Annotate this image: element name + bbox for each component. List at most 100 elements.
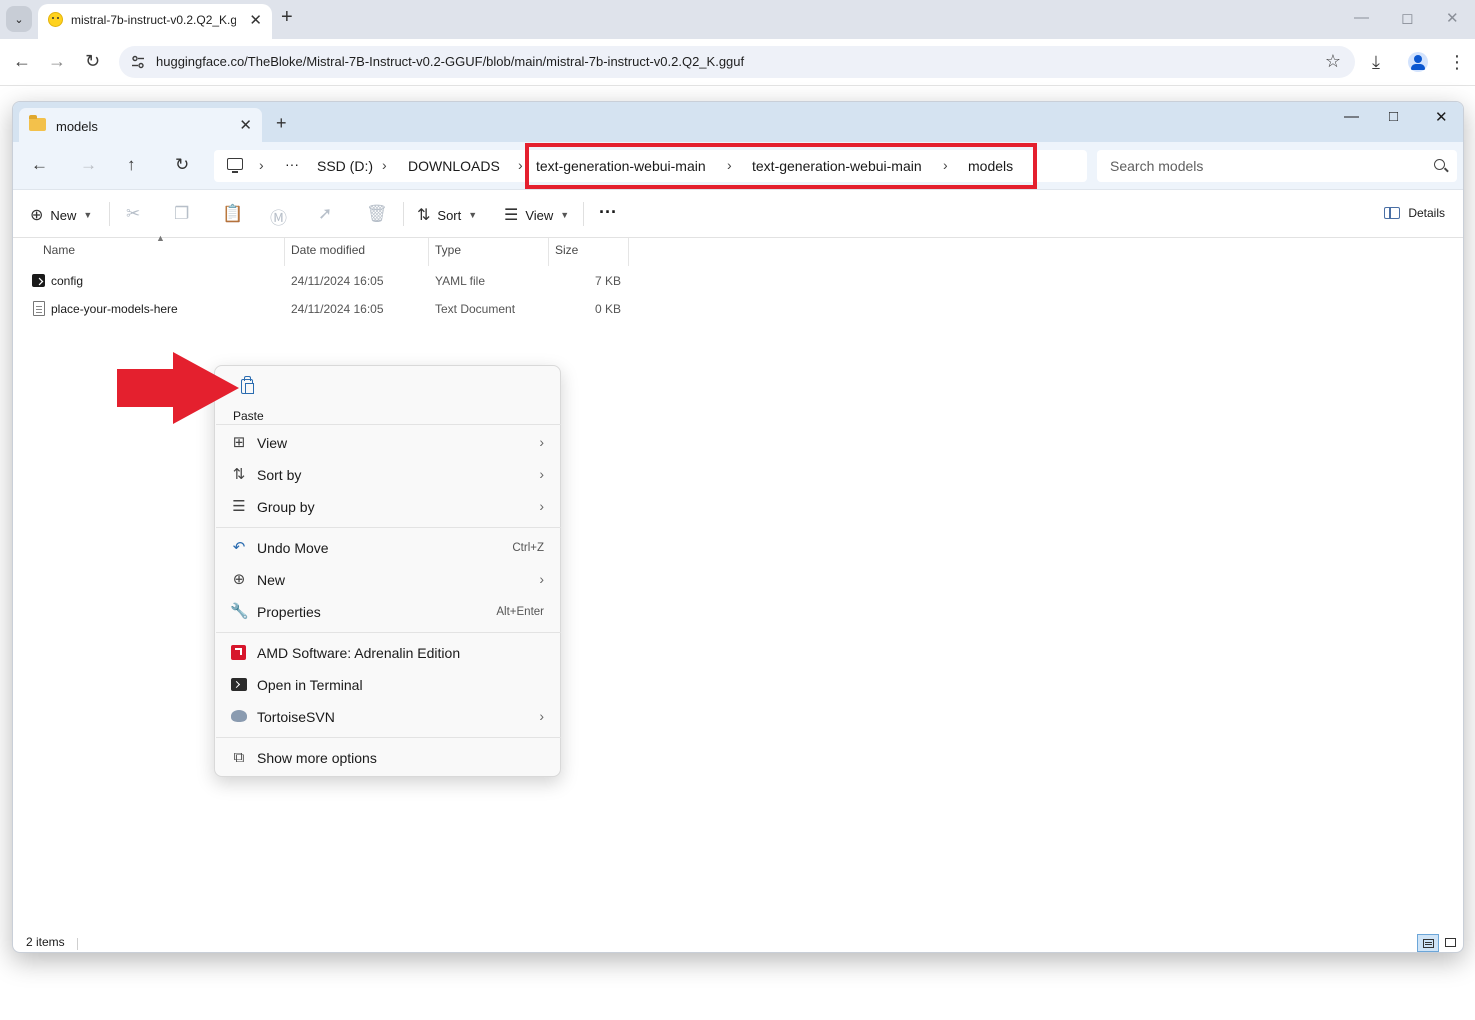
more-options-button[interactable]: ··· — [599, 202, 617, 223]
explorer-navigation-bar: ← → ↑ ↻ › ··· › SSD (D:) DOWNLOADS › tex… — [13, 142, 1463, 190]
menu-item-label: AMD Software: Adrenalin Edition — [257, 645, 461, 661]
address-bar[interactable]: huggingface.co/TheBloke/Mistral-7B-Instr… — [119, 46, 1355, 78]
browser-tab-strip: ⌄ mistral-7b-instruct-v0.2.Q2_K.gguf ✕ +… — [0, 0, 1475, 39]
menu-item-sort-by[interactable]: ⇅ Sort by › — [219, 460, 558, 490]
menu-item-label: Properties — [257, 604, 321, 620]
search-box[interactable]: Search models — [1097, 150, 1457, 182]
menu-item-open-in-terminal[interactable]: Open in Terminal — [219, 670, 558, 700]
chevron-right-icon[interactable]: › — [518, 157, 523, 173]
divider — [77, 938, 78, 950]
new-button[interactable]: ⊕ New ▼ — [30, 205, 92, 225]
menu-item-view[interactable]: ⊞ View › — [219, 428, 558, 458]
this-pc-icon[interactable] — [227, 158, 243, 173]
new-tab-icon[interactable]: + — [281, 7, 293, 27]
chevron-down-icon: ▼ — [560, 210, 570, 220]
explorer-tab[interactable]: models ✕ — [19, 108, 262, 142]
details-pane-icon — [1384, 207, 1401, 219]
profile-icon[interactable] — [1408, 52, 1428, 72]
menu-icon[interactable]: ⋮ — [1448, 51, 1466, 73]
cut-icon[interactable]: ✂ — [126, 204, 140, 224]
forward-icon[interactable]: → — [48, 50, 66, 72]
column-header-date[interactable]: Date modified — [291, 243, 365, 257]
menu-item-label: New — [257, 572, 286, 588]
bookmark-star-icon[interactable]: ☆ — [1325, 51, 1341, 72]
download-icon[interactable]: ⤓ — [1372, 51, 1380, 73]
maximize-icon[interactable]: ◻ — [1401, 9, 1413, 27]
column-divider[interactable] — [628, 238, 629, 266]
details-view-toggle[interactable] — [1417, 934, 1439, 952]
back-icon[interactable]: ← — [13, 50, 31, 72]
plus-circle-icon: ⊕ — [232, 571, 246, 588]
minimize-icon[interactable]: — — [1344, 108, 1359, 125]
breadcrumb-item-ssd[interactable]: SSD (D:) — [317, 158, 373, 174]
menu-item-undo-move[interactable]: ↶ Undo Move Ctrl+Z — [219, 533, 558, 563]
close-window-icon[interactable]: ✕ — [1446, 9, 1459, 27]
tiles-view-toggle[interactable] — [1440, 934, 1462, 952]
menu-divider — [216, 737, 561, 738]
close-window-icon[interactable]: ✕ — [1435, 108, 1448, 126]
close-tab-icon[interactable]: ✕ — [249, 11, 262, 29]
column-divider[interactable] — [284, 238, 285, 266]
browser-toolbar: ← → ↻ huggingface.co/TheBloke/Mistral-7B… — [0, 39, 1475, 86]
reload-icon[interactable]: ↻ — [85, 50, 100, 72]
close-tab-icon[interactable]: ✕ — [239, 116, 252, 134]
menu-item-group-by[interactable]: ☰ Group by › — [219, 492, 558, 522]
view-button[interactable]: ☰ View ▼ — [504, 205, 569, 225]
plus-circle-icon: ⊕ — [30, 207, 44, 224]
file-row-config[interactable]: config 24/11/2024 16:05 YAML file 7 KB — [13, 267, 633, 295]
tortoise-icon — [231, 710, 247, 722]
copy-icon[interactable]: ❐ — [174, 204, 189, 224]
chevron-down-icon: ▼ — [83, 210, 93, 220]
refresh-icon[interactable]: ↻ — [175, 155, 189, 175]
search-icon[interactable] — [1434, 159, 1445, 170]
menu-item-label: View — [257, 435, 288, 451]
column-header-size[interactable]: Size — [555, 243, 578, 257]
wrench-icon: 🔧 — [230, 603, 249, 620]
column-header-type[interactable]: Type — [435, 243, 461, 257]
file-row-place-your-models-here[interactable]: place-your-models-here 24/11/2024 16:05 … — [13, 295, 633, 323]
maximize-icon[interactable]: □ — [1389, 108, 1398, 125]
chevron-right-icon[interactable]: › — [259, 157, 264, 173]
menu-item-new[interactable]: ⊕ New › — [219, 565, 558, 595]
sort-icon: ⇅ — [417, 207, 431, 224]
tab-list-button[interactable]: ⌄ — [6, 6, 32, 32]
breadcrumb-item-downloads[interactable]: DOWNLOADS — [408, 158, 500, 174]
view-button-label: View — [525, 207, 554, 223]
delete-icon[interactable]: 🗑 — [366, 204, 388, 224]
amd-icon — [231, 645, 246, 660]
menu-divider — [216, 632, 561, 633]
chevron-right-icon[interactable]: › — [382, 157, 387, 173]
minimize-icon[interactable]: — — [1354, 9, 1369, 26]
column-divider[interactable] — [548, 238, 549, 266]
paste-icon[interactable]: 📋 — [222, 204, 243, 224]
breadcrumb-overflow[interactable]: ··· — [285, 156, 299, 172]
site-info-icon[interactable] — [130, 54, 146, 70]
menu-item-show-more-options[interactable]: ⧉ Show more options — [219, 743, 558, 773]
divider — [109, 202, 110, 226]
forward-icon[interactable]: → — [80, 155, 97, 175]
menu-divider — [216, 424, 561, 425]
menu-item-properties[interactable]: 🔧 Properties Alt+Enter — [219, 597, 558, 627]
new-tab-icon[interactable]: + — [276, 114, 287, 132]
rename-icon[interactable]: Ⓜ — [270, 204, 287, 229]
sort-button[interactable]: ⇅ Sort ▼ — [417, 205, 477, 225]
chevron-right-icon: › — [539, 498, 544, 514]
chevron-right-icon: › — [539, 708, 544, 724]
back-icon[interactable]: ← — [31, 155, 48, 175]
menu-divider — [216, 527, 561, 528]
column-divider[interactable] — [428, 238, 429, 266]
menu-item-amd-software[interactable]: AMD Software: Adrenalin Edition — [219, 638, 558, 668]
new-button-label: New — [50, 207, 77, 223]
column-header-name[interactable]: Name — [43, 243, 75, 257]
divider — [583, 202, 584, 226]
up-icon[interactable]: ↑ — [127, 155, 136, 175]
share-icon[interactable]: ➚ — [318, 204, 332, 224]
url-text: huggingface.co/TheBloke/Mistral-7B-Instr… — [156, 54, 745, 69]
chevron-down-icon: ▼ — [468, 210, 478, 220]
explorer-titlebar: models ✕ + — □ ✕ — [13, 102, 1463, 142]
menu-item-tortoisesvn[interactable]: TortoiseSVN › — [219, 702, 558, 732]
grid-icon: ⊞ — [232, 434, 246, 451]
item-count: 2 items — [26, 935, 65, 949]
details-button[interactable]: Details — [1384, 206, 1445, 220]
browser-tab[interactable]: mistral-7b-instruct-v0.2.Q2_K.gguf ✕ — [38, 4, 272, 39]
